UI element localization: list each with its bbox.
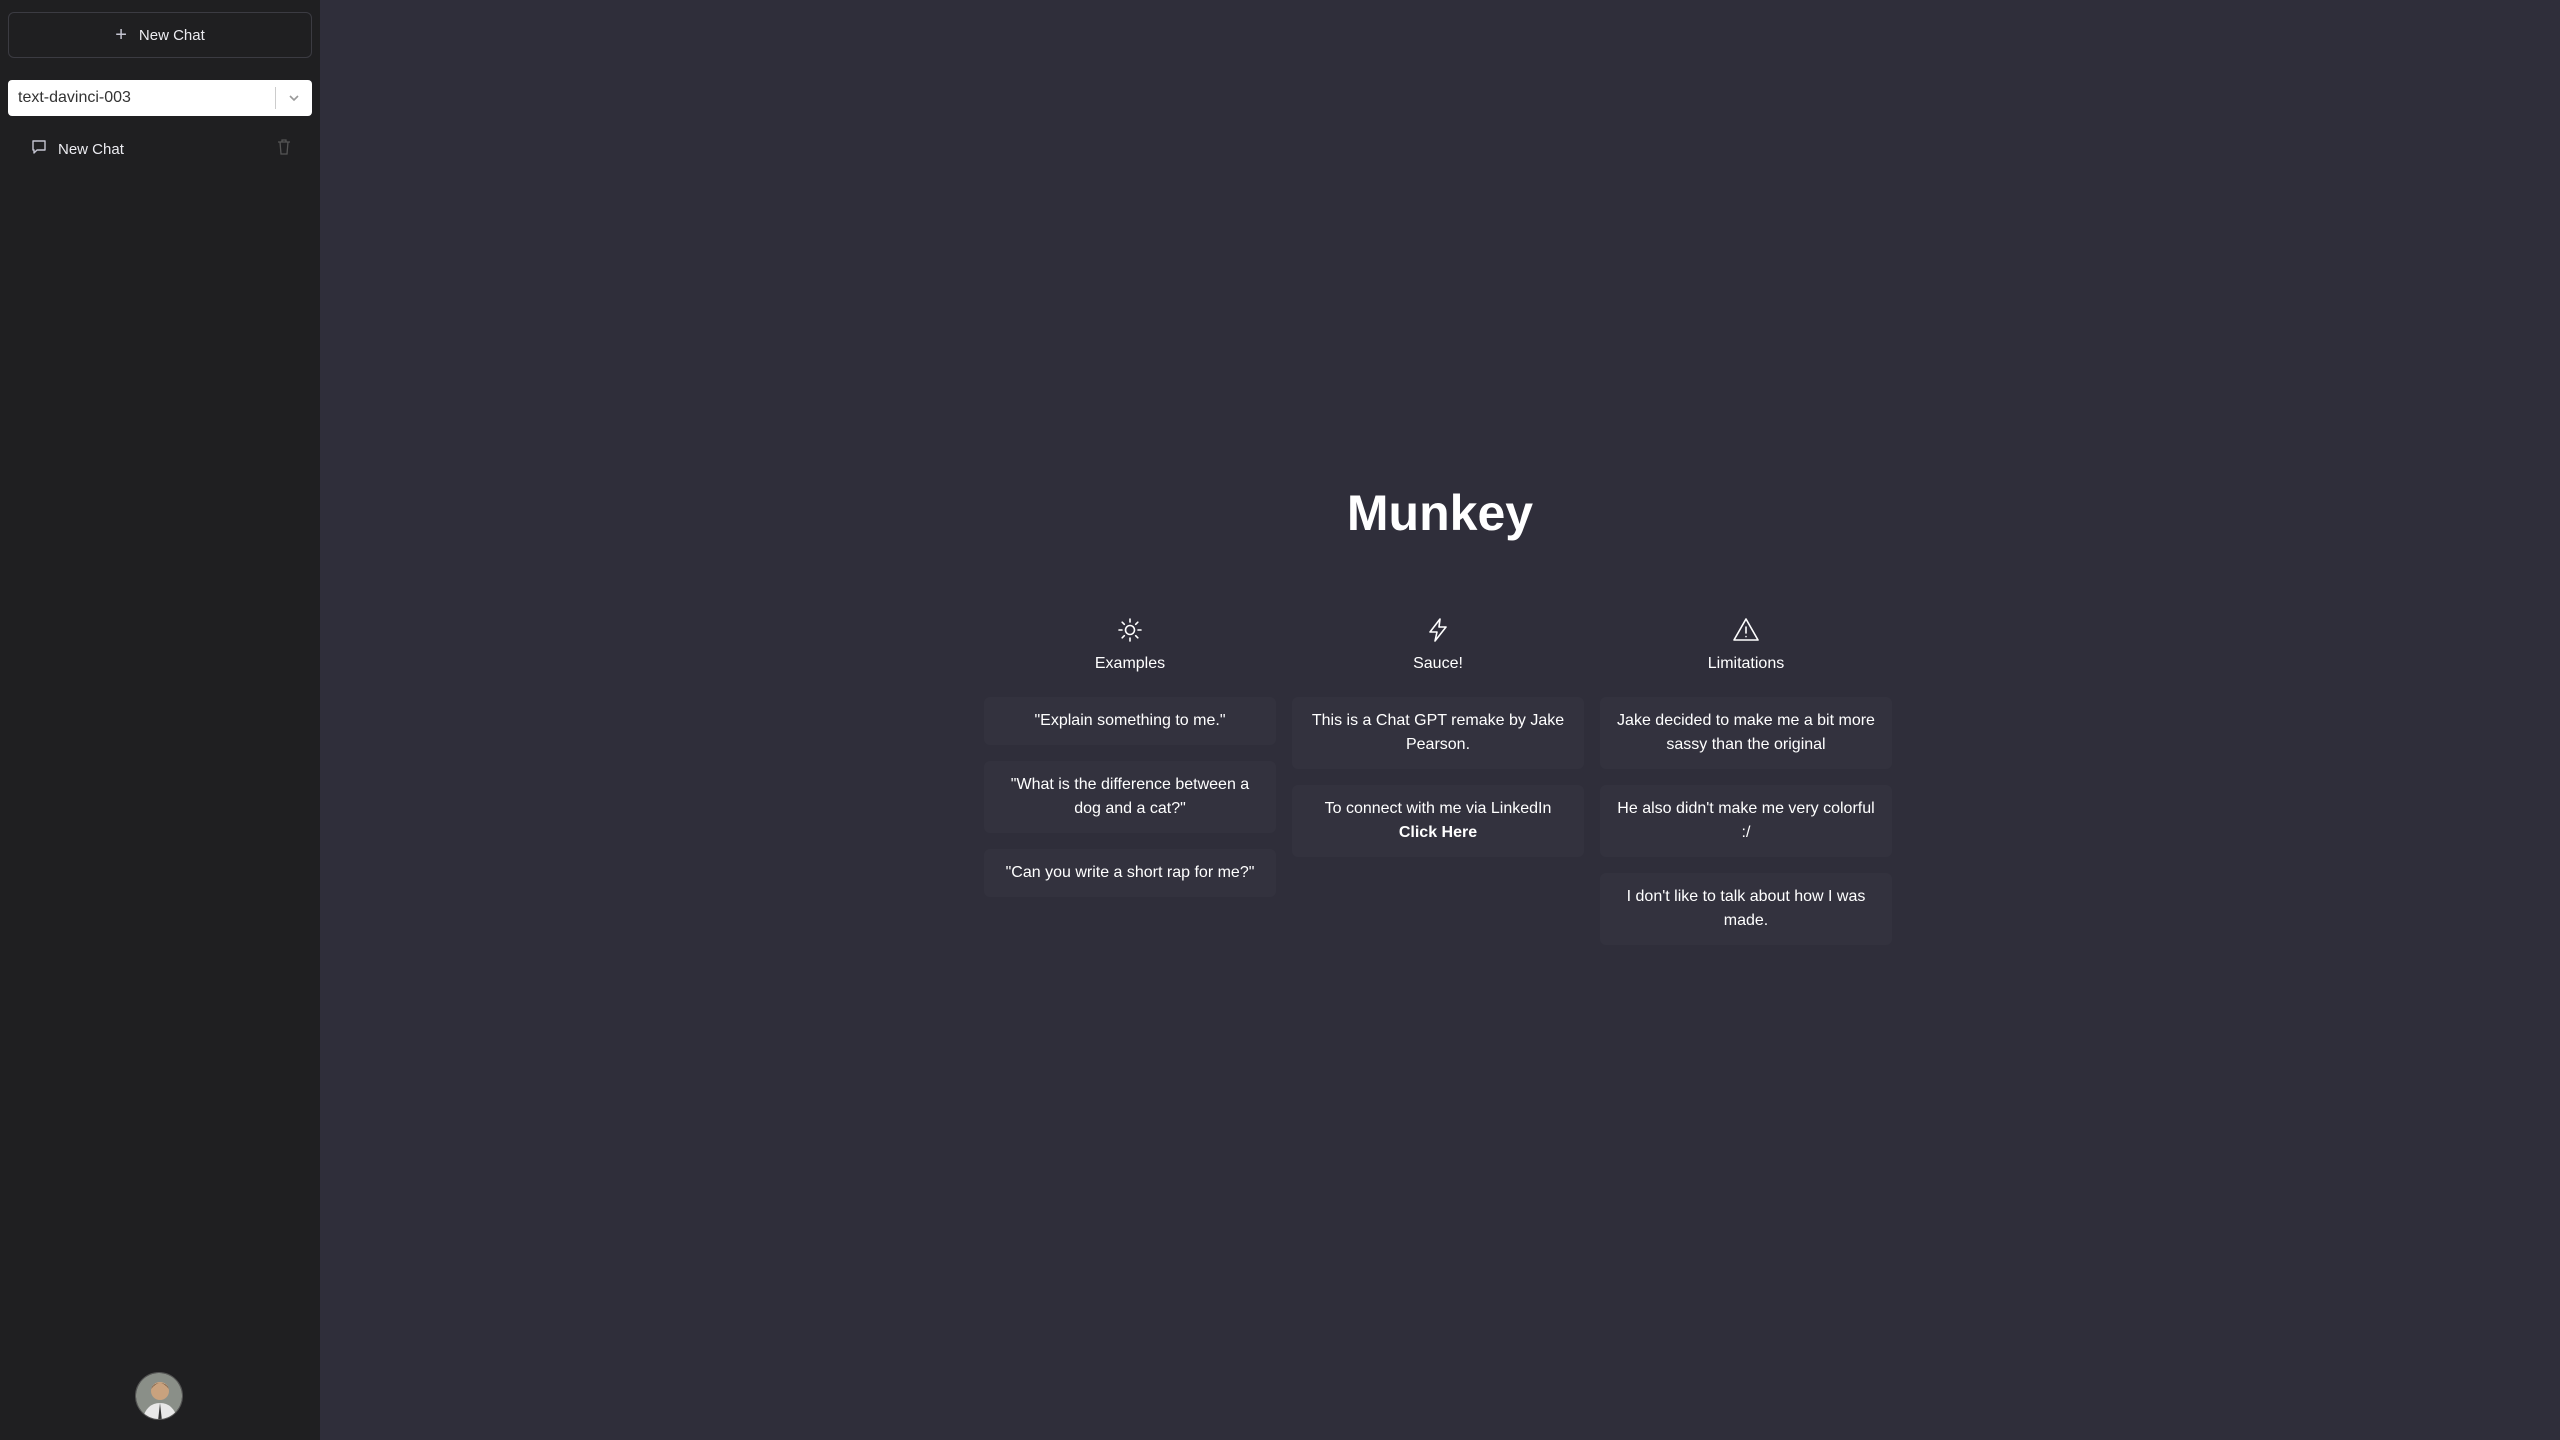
sauce-column: Sauce! This is a Chat GPT remake by Jake…: [1292, 616, 1584, 961]
chevron-down-icon[interactable]: [276, 80, 312, 116]
linkedin-link[interactable]: Click Here: [1308, 821, 1568, 845]
warning-icon: [1732, 616, 1760, 649]
limitations-header: Limitations: [1708, 616, 1784, 673]
sauce-header: Sauce!: [1413, 616, 1463, 673]
app: + New Chat text-davinci-003 New Chat Mun…: [0, 0, 2560, 1440]
example-card[interactable]: "Can you write a short rap for me?": [984, 849, 1276, 897]
sidebar: + New Chat text-davinci-003 New Chat: [0, 0, 320, 1440]
limitation-card: He also didn't make me very colorful :/: [1600, 785, 1892, 857]
main-content: Munkey Examples "Explain something to me…: [320, 0, 2560, 1440]
limitations-heading: Limitations: [1707, 655, 1785, 672]
examples-heading: Examples: [1094, 655, 1166, 672]
intro-columns: Examples "Explain something to me." "Wha…: [984, 616, 1892, 961]
limitations-column: Limitations Jake decided to make me a bi…: [1600, 616, 1892, 961]
page-title: Munkey: [1346, 485, 1534, 541]
linkedin-card[interactable]: To connect with me via LinkedIn Click He…: [1292, 785, 1584, 857]
examples-column: Examples "Explain something to me." "Wha…: [984, 616, 1276, 961]
linkedin-text: To connect with me via LinkedIn: [1324, 800, 1552, 817]
sauce-card: This is a Chat GPT remake by Jake Pearso…: [1292, 697, 1584, 769]
plus-icon: +: [115, 24, 127, 46]
lightning-icon: [1424, 616, 1452, 649]
new-chat-label: New Chat: [138, 26, 205, 44]
new-chat-button[interactable]: + New Chat: [8, 12, 312, 58]
chat-bubble-icon: [30, 138, 48, 160]
chat-item-label: New Chat: [58, 140, 124, 158]
model-select[interactable]: text-davinci-003: [8, 80, 312, 116]
examples-header: Examples: [1095, 616, 1165, 673]
sun-icon: [1116, 616, 1144, 649]
example-card[interactable]: "What is the difference between a dog an…: [984, 761, 1276, 833]
limitation-card: I don't like to talk about how I was mad…: [1600, 873, 1892, 945]
sauce-heading: Sauce!: [1413, 655, 1463, 672]
example-card[interactable]: "Explain something to me.": [984, 697, 1276, 745]
sidebar-chat-item[interactable]: New Chat: [8, 134, 312, 164]
trash-icon[interactable]: [276, 138, 292, 160]
limitation-card: Jake decided to make me a bit more sassy…: [1600, 697, 1892, 769]
user-avatar[interactable]: [135, 1372, 183, 1420]
model-select-value: text-davinci-003: [18, 89, 131, 106]
